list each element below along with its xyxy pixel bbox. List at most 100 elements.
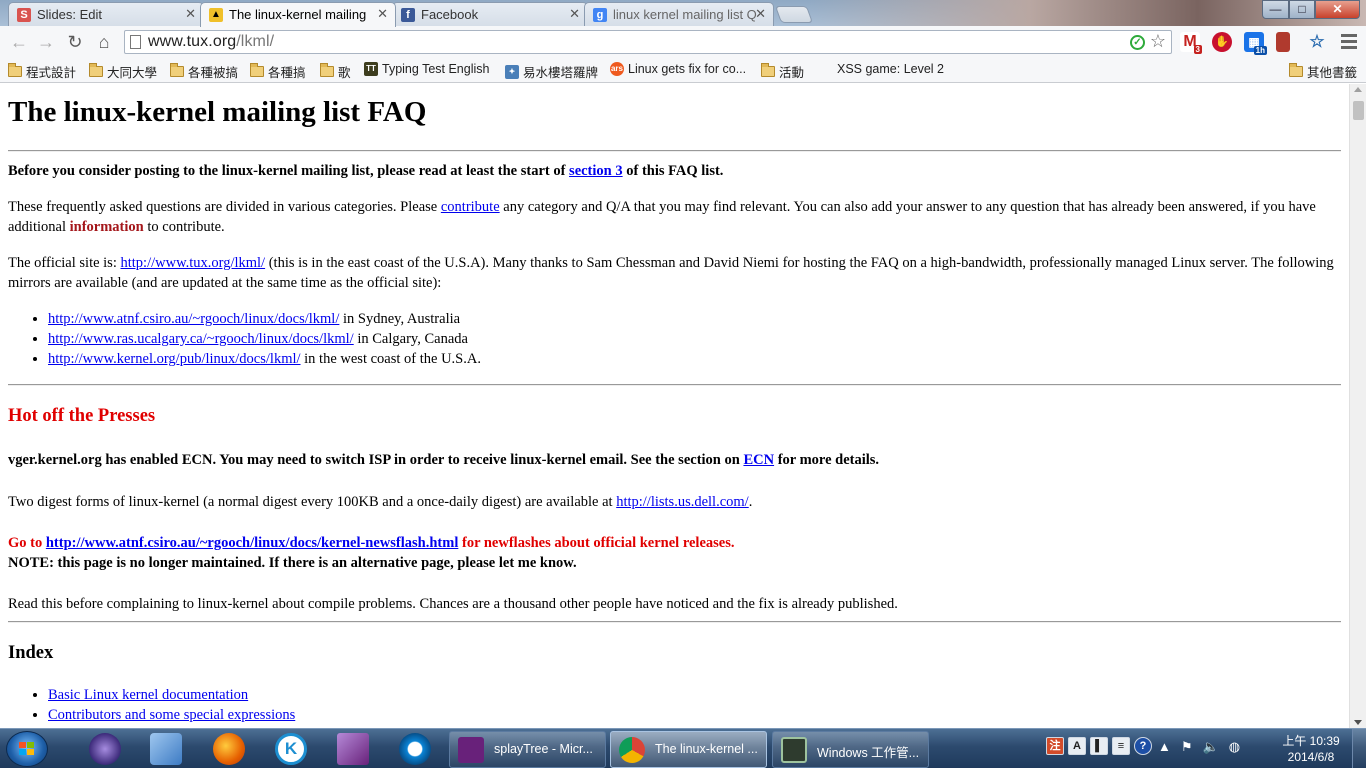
clock-date: 2014/6/8 [1287, 750, 1335, 764]
scroll-down-icon[interactable] [1354, 720, 1362, 725]
show-hidden-icons-icon[interactable]: ▲ [1158, 739, 1171, 755]
bookmark-folder[interactable]: 各種被搞 [170, 62, 238, 81]
mirror-list: http://www.atnf.csiro.au/~rgooch/linux/d… [48, 309, 481, 369]
close-icon[interactable]: ✕ [377, 6, 388, 22]
start-button[interactable] [6, 731, 48, 767]
folder-icon [761, 63, 775, 77]
scrollbar-thumb[interactable] [1353, 101, 1364, 120]
close-window-button[interactable]: ✕ [1315, 0, 1360, 19]
taskbar-item-chrome[interactable]: The linux-kernel ... [610, 731, 767, 768]
eclipse-icon[interactable] [89, 733, 121, 765]
browser-toolbar: ← → ↻ ⌂ www.tux.org/lkml/ ✓ ☆ M3 ✋ ▦ 1h ☆ [0, 26, 1366, 58]
bookmark-folder[interactable]: 活動 [761, 62, 804, 81]
ime-options-icon[interactable]: ≡ [1112, 737, 1130, 755]
bookmark-folder[interactable]: 各種搞 [250, 62, 306, 81]
firefox-icon[interactable] [213, 733, 245, 765]
bookmark-typing-test[interactable]: TT Typing Test English [364, 62, 489, 76]
vertical-scrollbar[interactable] [1349, 84, 1366, 728]
check-icon[interactable]: ✓ [1130, 35, 1145, 50]
intro-paragraph: These frequently asked questions are div… [8, 199, 1316, 235]
home-icon[interactable]: ⌂ [93, 31, 115, 53]
forward-arrow-icon[interactable]: → [35, 31, 57, 53]
official-site-paragraph: The official site is: http://www.tux.org… [8, 255, 1334, 291]
tab-facebook[interactable]: f Facebook ✕ [392, 2, 588, 26]
tux-icon: ▲ [209, 8, 223, 22]
ars-icon: ars [610, 62, 624, 76]
new-tab-button[interactable] [774, 6, 814, 23]
ecn-link[interactable]: ECN [743, 452, 774, 468]
slides-icon: S [17, 8, 31, 22]
maximize-button[interactable]: □ [1289, 0, 1315, 19]
chrome-icon [619, 737, 645, 763]
tab-linux-kernel-faq[interactable]: ▲ The linux-kernel mailing ✕ [200, 2, 396, 27]
scroll-up-icon[interactable] [1354, 87, 1362, 92]
list-item: http://www.ras.ucalgary.ca/~rgooch/linux… [48, 329, 481, 349]
calendar-extension-icon[interactable]: ▦ 1h [1244, 32, 1267, 55]
close-icon[interactable]: ✕ [755, 6, 766, 22]
page-content: The linux-kernel mailing list FAQ Before… [0, 84, 1349, 728]
close-icon[interactable]: ✕ [569, 6, 580, 22]
back-arrow-icon[interactable]: ← [8, 31, 30, 53]
action-center-flag-icon[interactable]: ⚑ [1181, 739, 1193, 755]
bookmark-xss-game[interactable]: XSS game: Level 2 [837, 62, 944, 76]
ecn-notice: vger.kernel.org has enabled ECN. You may… [8, 452, 880, 468]
facebook-icon: f [401, 8, 415, 22]
mirror-link[interactable]: http://www.ras.ucalgary.ca/~rgooch/linux… [48, 331, 354, 347]
bookmark-tarot[interactable]: ✦ 易水樓塔羅牌 [505, 62, 598, 81]
taskbar-item-task-manager[interactable]: Windows 工作管... [772, 731, 929, 768]
compile-problems-paragraph: Read this before complaining to linux-ke… [8, 596, 898, 612]
tab-strip: S Slides: Edit ✕ ▲ The linux-kernel mail… [0, 0, 1366, 27]
bookmark-folder[interactable]: 大同大學 [89, 62, 157, 81]
contribute-link[interactable]: contribute [441, 199, 500, 215]
digest-paragraph: Two digest forms of linux-kernel (a norm… [8, 494, 753, 510]
show-desktop-button[interactable] [1352, 729, 1366, 768]
list-item: http://www.atnf.csiro.au/~rgooch/linux/d… [48, 309, 481, 329]
minimize-button[interactable]: — [1262, 0, 1289, 19]
reload-icon[interactable]: ↻ [64, 31, 86, 53]
section-3-link[interactable]: section 3 [569, 163, 623, 179]
mirror-link[interactable]: http://www.kernel.org/pub/linux/docs/lkm… [48, 351, 301, 367]
ime-mode-icon[interactable]: A [1068, 737, 1086, 755]
tab-title: Slides: Edit [37, 7, 103, 22]
ime-icon[interactable]: 注 [1046, 737, 1064, 755]
bookmarks-bar: 程式設計 大同大學 各種被搞 各種搞 歌 TT Typing Test Engli… [0, 58, 1366, 83]
ime-toolbar: 注 A ▌ ≡ ? [1046, 737, 1152, 755]
folder-icon [250, 63, 264, 77]
bookmark-star-icon[interactable]: ☆ [1150, 31, 1166, 52]
network-icon[interactable]: ◍ [1229, 739, 1240, 755]
system-clock[interactable]: 上午 10:39 2014/6/8 [1276, 733, 1346, 765]
tab-google-search[interactable]: g linux kernel mailing list Q ✕ [584, 2, 774, 26]
other-bookmarks-folder[interactable]: 其他書籤 [1289, 62, 1357, 81]
virtualbox-icon[interactable] [150, 733, 182, 765]
official-site-link[interactable]: http://www.tux.org/lkml/ [120, 255, 265, 271]
bookmark-extension-icon[interactable] [1276, 32, 1290, 52]
visual-studio-icon[interactable] [337, 733, 369, 765]
index-link[interactable]: Contributors and some special expression… [48, 707, 295, 723]
bookmark-linux-fix[interactable]: ars Linux gets fix for co... [610, 62, 746, 76]
ime-width-icon[interactable]: ▌ [1090, 737, 1108, 755]
maintenance-note: NOTE: this page is no longer maintained.… [8, 555, 577, 571]
information-link[interactable]: information [70, 219, 144, 235]
taskbar-item-visual-studio[interactable]: splayTree - Micr... [449, 731, 606, 768]
favorites-extension-icon[interactable]: ☆ [1307, 32, 1327, 52]
tab-slides[interactable]: S Slides: Edit ✕ [8, 2, 204, 26]
gmail-extension-icon[interactable]: M3 [1180, 32, 1202, 54]
digest-link[interactable]: http://lists.us.dell.com/ [616, 494, 749, 510]
list-item: Contributors and some special expression… [48, 705, 295, 725]
refresh-app-icon[interactable] [399, 733, 431, 765]
newsflash-link[interactable]: http://www.atnf.csiro.au/~rgooch/linux/d… [46, 535, 459, 551]
url-text[interactable]: www.tux.org/lkml/ [148, 33, 274, 51]
folder-icon [320, 63, 334, 77]
mirror-link[interactable]: http://www.atnf.csiro.au/~rgooch/linux/d… [48, 311, 339, 327]
help-icon[interactable]: ? [1134, 737, 1152, 755]
menu-icon[interactable] [1341, 34, 1357, 52]
close-icon[interactable]: ✕ [185, 6, 196, 22]
task-manager-icon [781, 737, 807, 763]
bookmark-folder[interactable]: 歌 [320, 62, 351, 81]
k-app-icon[interactable]: K [275, 733, 307, 765]
index-link[interactable]: Basic Linux kernel documentation [48, 687, 248, 703]
bookmark-folder[interactable]: 程式設計 [8, 62, 76, 81]
adblock-icon[interactable]: ✋ [1212, 32, 1232, 52]
volume-icon[interactable]: 🔈 [1203, 739, 1219, 755]
address-bar[interactable]: www.tux.org/lkml/ ✓ ☆ [124, 30, 1172, 54]
